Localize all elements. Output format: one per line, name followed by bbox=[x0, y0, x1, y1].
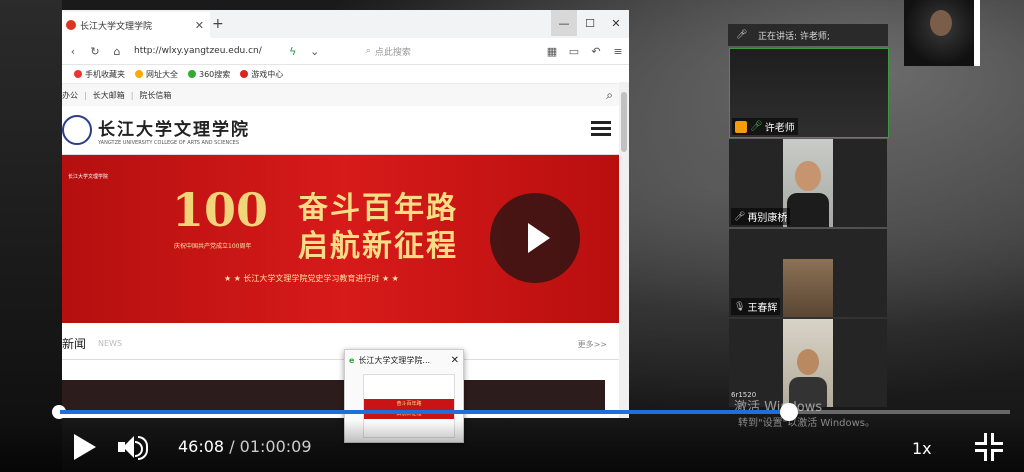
player-controls-backdrop bbox=[0, 420, 1024, 472]
bookmark-item[interactable]: 游戏中心 bbox=[240, 69, 283, 80]
thumbnail-banner: 奋斗百年路 启航新征程 bbox=[364, 399, 454, 419]
play-button[interactable] bbox=[74, 434, 96, 460]
banner-headline-2: 启航新征程 bbox=[298, 229, 458, 264]
bookmark-icon bbox=[240, 70, 249, 78]
volume-icon[interactable] bbox=[118, 434, 148, 460]
participant-video bbox=[783, 259, 833, 317]
banner-subtitle: ★ ★ 长江大学文理学院党史学习教育进行时 ★ ★ bbox=[224, 274, 399, 283]
progress-handle[interactable] bbox=[779, 403, 798, 421]
news-en-label: NEWS bbox=[98, 339, 123, 348]
menu-icon[interactable]: ≡ bbox=[607, 45, 629, 58]
search-input[interactable]: 点此搜索 bbox=[375, 45, 411, 58]
bookmark-icon bbox=[74, 70, 82, 78]
close-window-icon[interactable]: ✕ bbox=[603, 10, 629, 36]
bookmark-item[interactable]: 360搜索 bbox=[188, 69, 230, 80]
top-link[interactable]: 院长信箱 bbox=[139, 90, 171, 101]
avatar-icon bbox=[735, 120, 747, 133]
lightning-icon[interactable]: ϟ bbox=[282, 45, 304, 58]
url-field[interactable]: http://wlxy.yangtzeu.edu.cn/ bbox=[134, 46, 262, 56]
left-margin bbox=[0, 0, 62, 472]
site-header: 长江大学文理学院 YANGTZE UNIVERSITY COLLEGE OF A… bbox=[62, 106, 629, 155]
maximize-icon[interactable]: ☐ bbox=[577, 10, 603, 36]
battery-icon: ▭ bbox=[568, 44, 580, 58]
mic-muted-icon: 🎙︎ bbox=[734, 301, 746, 312]
scrollbar-thumb[interactable] bbox=[621, 92, 627, 152]
window-controls: — ☐ ✕ bbox=[551, 10, 629, 36]
search-icon[interactable]: ⌕ bbox=[366, 46, 371, 56]
participant-video bbox=[783, 319, 833, 407]
site-logo[interactable]: 长江大学文理学院 YANGTZE UNIVERSITY COLLEGE OF A… bbox=[98, 115, 250, 146]
browser-tab[interactable]: 长江大学文理学院 ✕ bbox=[62, 12, 210, 38]
microphone-icon: 🎤︎ bbox=[734, 211, 746, 222]
back-icon[interactable]: ‹ bbox=[62, 45, 84, 58]
chevron-down-icon[interactable]: ⌄ bbox=[304, 45, 326, 58]
banner-caption: 庆祝中国共产党成立100周年 bbox=[174, 243, 252, 250]
participant-tile[interactable]: 🎤︎ 再别康桥 bbox=[729, 139, 887, 227]
news-title: 新闻 bbox=[62, 337, 87, 351]
home-icon[interactable]: ⌂ bbox=[106, 45, 128, 58]
grid-icon[interactable]: ▦ bbox=[541, 45, 563, 58]
bookmarks-bar: 手机收藏夹 网址大全 360搜索 游戏中心 bbox=[62, 65, 629, 84]
thumbnail-title: 长江大学文理学院... bbox=[358, 355, 431, 365]
banner-100-emblem: 100 bbox=[172, 183, 269, 237]
address-bar: ‹ ↻ ⌂ http://wlxy.yangtzeu.edu.cn/ ϟ ⌄ ⌕… bbox=[62, 38, 629, 65]
participant-tile[interactable]: 6r1520 bbox=[729, 319, 887, 407]
browser-scrollbar[interactable] bbox=[619, 82, 629, 418]
undo-icon[interactable]: ↶ bbox=[585, 45, 607, 58]
refresh-icon[interactable]: ↻ bbox=[84, 45, 106, 58]
hero-banner[interactable]: 长江大学文理学院 100 庆祝中国共产党成立100周年 奋斗百年路 启航新征程 … bbox=[62, 155, 629, 323]
participant-name: 🎤︎ 许老师 bbox=[732, 118, 798, 135]
tab-title: 长江大学文理学院 bbox=[80, 21, 153, 32]
top-link[interactable]: 长大邮箱 bbox=[93, 90, 125, 101]
playback-speed-button[interactable]: 1x bbox=[912, 439, 932, 458]
browser-logo-icon: e bbox=[349, 355, 355, 365]
tab-bar: 长江大学文理学院 ✕ + — ☐ ✕ bbox=[62, 10, 629, 38]
university-seal-icon bbox=[62, 115, 92, 145]
time-display: 46:08 / 01:00:09 bbox=[178, 437, 312, 456]
close-tab-icon[interactable]: ✕ bbox=[195, 19, 204, 32]
minimize-icon[interactable]: — bbox=[551, 10, 577, 36]
news-more-link[interactable]: 更多>> bbox=[578, 339, 607, 350]
current-time: 46:08 bbox=[178, 437, 225, 456]
new-tab-button[interactable]: + bbox=[212, 16, 224, 32]
self-camera-preview bbox=[904, 0, 980, 66]
participant-tile[interactable]: 🎤︎ 许老师 bbox=[729, 48, 889, 138]
fullscreen-exit-icon[interactable] bbox=[975, 433, 1003, 461]
banner-corner-text: 长江大学文理学院 bbox=[68, 174, 109, 180]
total-time: 01:00:09 bbox=[239, 437, 312, 456]
site-favicon-icon bbox=[66, 20, 76, 30]
progress-bar[interactable] bbox=[52, 403, 1010, 421]
play-overlay-icon[interactable] bbox=[490, 193, 580, 283]
close-thumbnail-icon[interactable]: ✕ bbox=[451, 355, 459, 366]
hamburger-menu-icon[interactable] bbox=[591, 121, 611, 139]
speaking-indicator: 🎤︎ 正在讲话: 许老师; bbox=[728, 24, 888, 46]
participant-name: 🎙︎ 王春辉 bbox=[731, 298, 781, 315]
bookmark-item[interactable]: 手机收藏夹 bbox=[74, 69, 125, 80]
site-top-links: 办公 | 长大邮箱 | 院长信箱 ⌕ bbox=[62, 84, 629, 106]
site-search-icon[interactable]: ⌕ bbox=[606, 88, 613, 103]
microphone-icon: 🎤︎ bbox=[736, 30, 748, 40]
bookmark-item[interactable]: 网址大全 bbox=[135, 69, 178, 80]
participant-name: 🎤︎ 再别康桥 bbox=[731, 208, 791, 225]
top-link[interactable]: 办公 bbox=[62, 90, 78, 101]
bookmark-icon bbox=[135, 70, 143, 78]
mic-active-icon: 🎤︎ bbox=[750, 121, 763, 132]
participant-video bbox=[783, 139, 833, 227]
bookmark-icon bbox=[188, 70, 196, 78]
progress-fill bbox=[60, 410, 789, 414]
participant-tile[interactable]: 🎙︎ 王春辉 bbox=[729, 229, 887, 317]
news-image[interactable] bbox=[62, 380, 605, 410]
